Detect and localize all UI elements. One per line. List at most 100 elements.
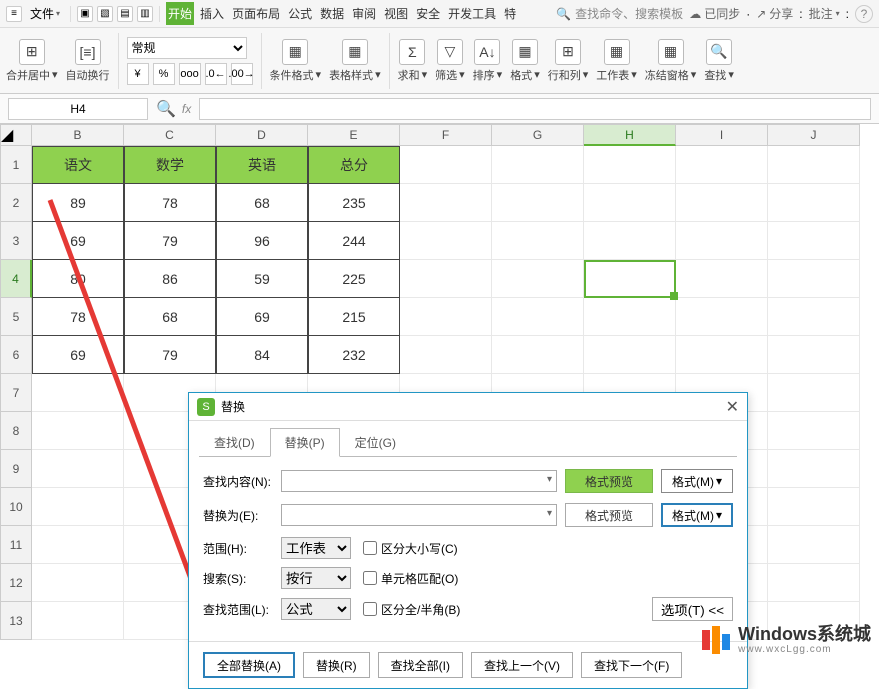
- col-header[interactable]: G: [492, 124, 584, 146]
- row-header[interactable]: 13: [0, 602, 32, 640]
- scope-select[interactable]: 工作表: [281, 537, 351, 559]
- cell[interactable]: [584, 146, 676, 184]
- print-preview-icon[interactable]: ▥: [137, 6, 153, 22]
- tab-home[interactable]: 开始: [166, 2, 194, 25]
- sort-group[interactable]: A↓ 排序▾: [473, 39, 503, 83]
- percent-icon[interactable]: %: [153, 63, 175, 85]
- options-toggle-button[interactable]: 选项(T) <<: [652, 597, 733, 621]
- replace-input[interactable]: ▾: [281, 504, 557, 526]
- cell[interactable]: [32, 374, 124, 412]
- cell[interactable]: [400, 222, 492, 260]
- cell[interactable]: 96: [216, 222, 308, 260]
- col-header[interactable]: C: [124, 124, 216, 146]
- tab-data[interactable]: 数据: [318, 2, 346, 25]
- find-all-button[interactable]: 查找全部(I): [378, 652, 463, 678]
- share-button[interactable]: ↗ 分享: [756, 5, 793, 22]
- cell[interactable]: [584, 260, 676, 298]
- cell[interactable]: 68: [216, 184, 308, 222]
- cell[interactable]: [492, 298, 584, 336]
- cell[interactable]: 89: [32, 184, 124, 222]
- cell[interactable]: [676, 298, 768, 336]
- tab-security[interactable]: 安全: [414, 2, 442, 25]
- cell[interactable]: [492, 336, 584, 374]
- cell[interactable]: [32, 450, 124, 488]
- cell[interactable]: 80: [32, 260, 124, 298]
- cell[interactable]: [492, 260, 584, 298]
- filter-group[interactable]: ▽ 筛选▾: [435, 39, 465, 83]
- cell[interactable]: [32, 488, 124, 526]
- cell[interactable]: [584, 336, 676, 374]
- cell[interactable]: [32, 602, 124, 640]
- number-format-select[interactable]: 常规: [127, 37, 247, 59]
- cell[interactable]: [768, 260, 860, 298]
- fx-icon[interactable]: fx: [182, 102, 191, 116]
- cond-format-group[interactable]: ▦ 条件格式▾: [270, 39, 322, 83]
- sync-status[interactable]: ☁ 已同步: [689, 5, 740, 22]
- cell[interactable]: 235: [308, 184, 400, 222]
- auto-wrap-group[interactable]: [≡] 自动换行: [66, 39, 110, 83]
- cell[interactable]: [768, 564, 860, 602]
- cell[interactable]: 59: [216, 260, 308, 298]
- cell[interactable]: 69: [32, 336, 124, 374]
- row-header[interactable]: 2: [0, 184, 32, 222]
- tab-review[interactable]: 审阅: [350, 2, 378, 25]
- dialog-titlebar[interactable]: S 替换 ✕: [189, 393, 747, 421]
- command-search[interactable]: 🔍 查找命令、搜索模板: [556, 5, 683, 22]
- cell[interactable]: [584, 222, 676, 260]
- row-col-group[interactable]: ⊞ 行和列▾: [548, 39, 589, 83]
- row-header[interactable]: 6: [0, 336, 32, 374]
- cell[interactable]: 69: [216, 298, 308, 336]
- cell[interactable]: [768, 450, 860, 488]
- cell[interactable]: [676, 260, 768, 298]
- save-icon[interactable]: ▣: [77, 6, 93, 22]
- cell[interactable]: 86: [124, 260, 216, 298]
- cell[interactable]: 数学: [124, 146, 216, 184]
- tab-special[interactable]: 特: [502, 2, 518, 25]
- tab-formula[interactable]: 公式: [286, 2, 314, 25]
- col-header[interactable]: D: [216, 124, 308, 146]
- tab-find[interactable]: 查找(D): [199, 428, 270, 457]
- cell[interactable]: [676, 146, 768, 184]
- cancel-icon[interactable]: 🔍: [156, 99, 176, 119]
- format-group[interactable]: ▦ 格式▾: [510, 39, 540, 83]
- worksheet-group[interactable]: ▦ 工作表▾: [596, 39, 637, 83]
- cell[interactable]: [492, 222, 584, 260]
- cell[interactable]: [492, 184, 584, 222]
- lookin-select[interactable]: 公式: [281, 598, 351, 620]
- cell[interactable]: 78: [32, 298, 124, 336]
- row-header[interactable]: 3: [0, 222, 32, 260]
- find-group[interactable]: 🔍 查找▾: [704, 39, 734, 83]
- cell[interactable]: 225: [308, 260, 400, 298]
- cell[interactable]: 69: [32, 222, 124, 260]
- match-case-checkbox[interactable]: 区分大小写(C): [363, 540, 458, 557]
- row-header[interactable]: 8: [0, 412, 32, 450]
- row-header[interactable]: 9: [0, 450, 32, 488]
- row-header[interactable]: 10: [0, 488, 32, 526]
- cell[interactable]: [676, 222, 768, 260]
- col-header[interactable]: F: [400, 124, 492, 146]
- cell[interactable]: [768, 184, 860, 222]
- cell[interactable]: [400, 260, 492, 298]
- cell[interactable]: 84: [216, 336, 308, 374]
- row-header[interactable]: 7: [0, 374, 32, 412]
- cell[interactable]: 68: [124, 298, 216, 336]
- table-style-group[interactable]: ▦ 表格样式▾: [329, 39, 381, 83]
- match-cell-checkbox[interactable]: 单元格匹配(O): [363, 570, 458, 587]
- replace-all-button[interactable]: 全部替换(A): [203, 652, 295, 678]
- cell[interactable]: [400, 184, 492, 222]
- cell[interactable]: [492, 146, 584, 184]
- app-menu-icon[interactable]: ≡: [6, 6, 22, 22]
- cell[interactable]: [768, 146, 860, 184]
- cell[interactable]: [584, 298, 676, 336]
- cell[interactable]: 232: [308, 336, 400, 374]
- col-header[interactable]: E: [308, 124, 400, 146]
- find-format-button[interactable]: 格式(M)▾: [661, 469, 733, 493]
- file-menu[interactable]: 文件 ▾: [26, 5, 64, 22]
- annotate-button[interactable]: 批注 ▾: [809, 5, 840, 22]
- tab-view[interactable]: 视图: [382, 2, 410, 25]
- decrease-decimal-icon[interactable]: .0←: [205, 63, 227, 85]
- help-icon[interactable]: ?: [855, 5, 873, 23]
- col-header[interactable]: B: [32, 124, 124, 146]
- col-header[interactable]: I: [676, 124, 768, 146]
- cell[interactable]: [32, 526, 124, 564]
